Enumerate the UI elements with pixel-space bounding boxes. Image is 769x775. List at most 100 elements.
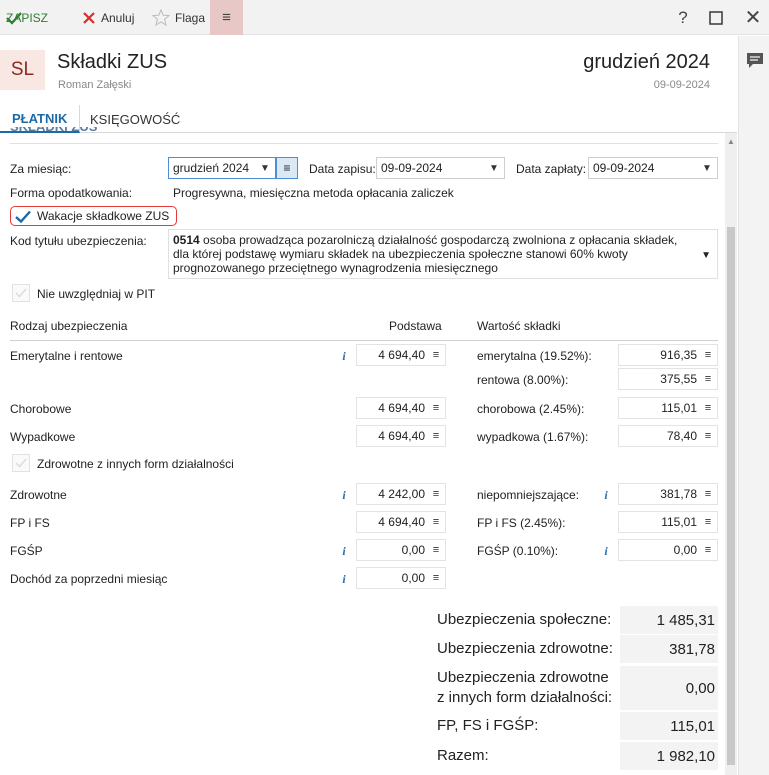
wypadkowa-value: 78,40 — [666, 429, 697, 443]
row-dochod-label: Dochód za poprzedni miesiąc — [10, 572, 168, 586]
emerytalne-base-field[interactable]: 4 694,40 ≡ — [356, 344, 446, 366]
menu-icon[interactable]: ≡ — [703, 544, 713, 556]
menu-button[interactable]: ≡ — [210, 0, 243, 35]
month-menu-button[interactable]: ≡ — [276, 157, 298, 179]
info-icon[interactable]: i — [338, 544, 350, 559]
info-icon[interactable]: i — [338, 349, 350, 364]
pay-date-label: Data zapłaty: — [516, 162, 587, 176]
pay-date-value: 09-09-2024 — [593, 161, 655, 175]
pay-date-field[interactable]: 09-09-2024 ▼ — [588, 157, 718, 179]
menu-icon[interactable]: ≡ — [431, 516, 441, 528]
month-label: Za miesiąc: — [10, 162, 72, 176]
emerytalna-value: 916,35 — [660, 348, 697, 362]
tax-form-label: Forma opodatkowania: — [10, 186, 133, 200]
window-close-icon: ✕ — [744, 7, 762, 29]
hamburger-icon: ≡ — [222, 9, 231, 26]
star-icon — [152, 9, 170, 26]
checkmark-icon — [15, 210, 31, 223]
menu-icon[interactable]: ≡ — [703, 349, 713, 361]
col-type-header: Rodzaj ubezpieczenia — [10, 319, 128, 333]
zdrowotne-base-field[interactable]: 4 242,00 ≡ — [356, 483, 446, 505]
col-base-header: Podstawa — [389, 319, 442, 333]
emerytalna-value-field[interactable]: 916,35 ≡ — [618, 344, 718, 366]
zdrowotne-base: 4 242,00 — [378, 487, 425, 501]
wypadkowe-base-field[interactable]: 4 694,40 ≡ — [356, 425, 446, 447]
right-rail — [738, 36, 769, 775]
save-label: ZAPISZ — [6, 10, 49, 25]
wypadkowa-sub-label: wypadkowa (1.67%): — [477, 430, 589, 444]
exclude-pit-label: Nie uwzględniaj w PIT — [37, 287, 156, 301]
dochod-base: 0,00 — [401, 571, 425, 585]
cancel-button[interactable]: Anuluj — [82, 0, 134, 35]
checkmark-icon — [15, 288, 27, 298]
dochod-base-field[interactable]: 0,00 ≡ — [356, 567, 446, 589]
row-chorobowe-label: Chorobowe — [10, 402, 72, 416]
rentowa-sub-label: rentowa (8.00%): — [477, 373, 569, 387]
scrollbar-thumb[interactable] — [727, 227, 735, 765]
checkmark-icon — [15, 458, 27, 468]
chevron-down-icon: ▼ — [260, 162, 270, 174]
divider — [10, 143, 718, 144]
menu-icon[interactable]: ≡ — [703, 402, 713, 414]
toolbar: ZAPISZ Anuluj Flaga ≡ ? ✕ — [0, 0, 769, 35]
info-icon[interactable]: i — [600, 488, 612, 503]
chorobowe-base-field[interactable]: 4 694,40 ≡ — [356, 397, 446, 419]
tab-bar: PŁATNIK KSIĘGOWOŚĆ — [0, 105, 737, 133]
close-icon — [83, 11, 95, 24]
fgsp-value: 0,00 — [673, 543, 697, 557]
exclude-pit-checkbox[interactable] — [11, 283, 31, 303]
summary-health-other-label-1: Ubezpieczenia zdrowotne — [437, 669, 609, 686]
maximize-button[interactable] — [701, 0, 731, 35]
page-title: Składki ZUS — [57, 51, 168, 73]
menu-icon[interactable]: ≡ — [431, 488, 441, 500]
niepomniejszajace-value-field[interactable]: 381,78 ≡ — [618, 483, 718, 505]
flag-button[interactable]: Flaga — [152, 0, 205, 35]
menu-icon[interactable]: ≡ — [703, 516, 713, 528]
fgsp-base: 0,00 — [401, 543, 425, 557]
menu-icon[interactable]: ≡ — [703, 373, 713, 385]
month-select[interactable]: grudzień 2024 ▼ — [168, 157, 276, 179]
wypadkowa-value-field[interactable]: 78,40 ≡ — [618, 425, 718, 447]
summary-health-other-label-2: z innych form działalności: — [437, 689, 613, 706]
chorobowa-value-field[interactable]: 115,01 ≡ — [618, 397, 718, 419]
menu-icon[interactable]: ≡ — [431, 430, 441, 442]
menu-icon[interactable]: ≡ — [431, 349, 441, 361]
month-value: grudzień 2024 — [173, 161, 250, 175]
comment-icon[interactable] — [745, 51, 765, 69]
section-title: SKŁADKI ZUS — [10, 127, 97, 134]
fgsp-value-field[interactable]: 0,00 ≡ — [618, 539, 718, 561]
fpfs-base-field[interactable]: 4 694,40 ≡ — [356, 511, 446, 533]
menu-icon[interactable]: ≡ — [703, 430, 713, 442]
window-close-button[interactable]: ✕ — [738, 0, 768, 35]
health-other-checkbox[interactable] — [11, 453, 31, 473]
wypadkowe-base: 4 694,40 — [378, 429, 425, 443]
menu-icon[interactable]: ≡ — [431, 544, 441, 556]
info-icon[interactable]: i — [338, 488, 350, 503]
record-date-field[interactable]: 09-09-2024 ▼ — [376, 157, 505, 179]
menu-icon[interactable]: ≡ — [703, 488, 713, 500]
rentowa-value-field[interactable]: 375,55 ≡ — [618, 368, 718, 390]
summary-health-value: 381,78 — [620, 635, 718, 663]
fgsp-base-field[interactable]: 0,00 ≡ — [356, 539, 446, 561]
vacation-checkbox[interactable] — [13, 206, 33, 226]
record-date-value: 09-09-2024 — [381, 161, 443, 175]
code-select[interactable]: 0514 osoba prowadząca pozarolniczą dział… — [168, 229, 718, 279]
menu-icon[interactable]: ≡ — [431, 572, 441, 584]
row-fgsp-label: FGŚP — [10, 544, 43, 558]
scroll-up-icon[interactable]: ▲ — [727, 137, 735, 146]
niepomniejszajace-label: niepomniejszające: — [477, 488, 580, 502]
row-wypadkowe-label: Wypadkowe — [10, 430, 76, 444]
summary-total-label: Razem: — [437, 747, 489, 764]
chevron-down-icon: ▼ — [489, 162, 499, 174]
vertical-scrollbar[interactable]: ▲ — [725, 133, 737, 775]
col-value-header: Wartość składki — [477, 319, 561, 333]
info-icon[interactable]: i — [600, 544, 612, 559]
fpfs-value: 115,01 — [661, 515, 697, 529]
help-button[interactable]: ? — [668, 0, 698, 35]
chorobowe-base: 4 694,40 — [378, 401, 425, 415]
fpfs-value-field[interactable]: 115,01 ≡ — [618, 511, 718, 533]
cancel-label: Anuluj — [101, 10, 135, 25]
menu-icon[interactable]: ≡ — [431, 402, 441, 414]
info-icon[interactable]: i — [338, 572, 350, 587]
save-button[interactable]: ZAPISZ — [6, 0, 48, 35]
